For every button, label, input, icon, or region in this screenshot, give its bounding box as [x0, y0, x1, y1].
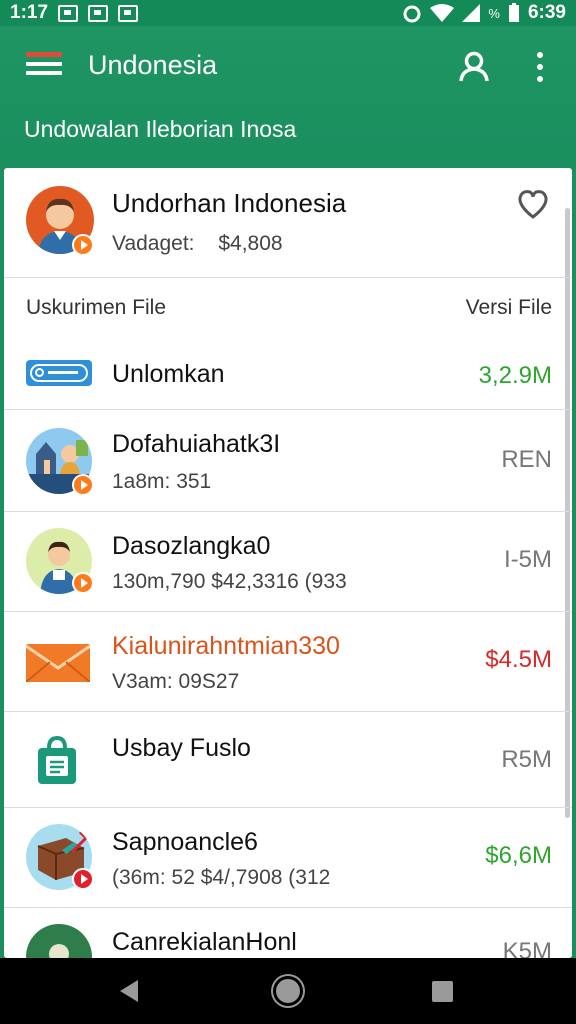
item-size: $4.5M	[485, 646, 552, 673]
list-item[interactable]: Unlomkan 3,2.9M	[4, 338, 572, 410]
item-title: Sapnoancle6	[112, 828, 258, 856]
item-size: $6,6M	[485, 842, 552, 869]
user-icon[interactable]	[458, 50, 490, 82]
battery-icon	[508, 3, 519, 22]
mail-notification-icon	[118, 4, 139, 22]
item-title: Dofahuiahatk3I	[112, 430, 281, 458]
column-file-name: Uskurimen File	[26, 296, 167, 319]
item-subtitle: 1a8m: 351	[112, 470, 212, 493]
play-badge-icon	[72, 234, 94, 256]
app-subtitle: Undowalan Ileborian Inosa	[24, 116, 297, 142]
recent-apps-icon[interactable]	[432, 981, 453, 1002]
profile-header[interactable]: Undorhan Indonesia Vadaget: $4,808	[4, 168, 572, 278]
notification-icon	[88, 4, 109, 22]
item-subtitle: (36m: 52 $4/,7908 (312	[112, 866, 331, 889]
shopping-bag-icon	[38, 736, 76, 784]
item-subtitle: V3am: 09S27	[112, 670, 240, 693]
list-item[interactable]: Kialunirahntmian330 V3am: 09S27 $4.5M	[4, 612, 572, 712]
list-column-header: Uskurimen File Versi File	[4, 278, 572, 338]
app-title: Undonesia	[88, 50, 218, 80]
battery-percent: %	[488, 5, 500, 21]
app-bar: Undonesia Undowalan Ileborian Inosa	[0, 26, 576, 160]
person-avatar-icon	[26, 924, 92, 958]
app-logo-icon	[26, 360, 92, 386]
item-size: K5M	[502, 938, 552, 958]
profile-name: Undorhan Indonesia	[112, 188, 347, 218]
back-icon[interactable]	[120, 980, 138, 1002]
wifi-icon	[430, 4, 455, 22]
envelope-icon	[26, 644, 90, 682]
alarm-icon	[403, 5, 421, 23]
profile-balance-amount: $4,808	[218, 232, 283, 255]
item-title: Usbay Fuslo	[112, 734, 251, 762]
notification-icon	[58, 4, 79, 22]
profile-balance: Vadaget: $4,808	[112, 232, 283, 256]
list-item[interactable]: Dofahuiahatk3I 1a8m: 351 REN	[4, 410, 572, 512]
system-nav-bar	[0, 958, 576, 1024]
item-size: 3,2.9M	[478, 362, 552, 389]
list-item[interactable]: CanrekialanHonl K5M	[4, 908, 572, 958]
more-options-icon[interactable]	[532, 52, 548, 82]
profile-balance-label: Vadaget:	[112, 232, 195, 255]
list-item[interactable]: Usbay Fuslo R5M	[4, 712, 572, 808]
item-size: R5M	[501, 746, 552, 773]
status-clock: 6:39	[527, 2, 566, 23]
list-item[interactable]: Dasozlangka0 130m,790 $42,3316 (933 I-5M	[4, 512, 572, 612]
heart-icon[interactable]	[516, 188, 550, 220]
list-item[interactable]: Sapnoancle6 (36m: 52 $4/,7908 (312 $6,6M	[4, 808, 572, 908]
item-size: I-5M	[504, 546, 552, 573]
menu-icon[interactable]	[26, 52, 62, 80]
home-icon[interactable]	[276, 979, 300, 1003]
item-title: Dasozlangka0	[112, 532, 271, 560]
item-title: Unlomkan	[112, 360, 225, 388]
item-title: CanrekialanHonl	[112, 928, 297, 956]
signal-icon	[462, 4, 481, 22]
status-bar: 1:17 % 6:39	[0, 0, 576, 26]
column-file-version: Versi File	[465, 296, 552, 319]
item-size: REN	[501, 446, 552, 473]
item-subtitle: 130m,790 $42,3316 (933	[112, 570, 347, 593]
item-title: Kialunirahntmian330	[112, 632, 340, 660]
play-badge-icon	[72, 572, 94, 594]
status-time: 1:17	[10, 2, 49, 23]
content-card: Undorhan Indonesia Vadaget: $4,808 Uskur…	[4, 168, 572, 958]
play-badge-icon	[72, 474, 94, 496]
play-badge-icon	[72, 868, 94, 890]
